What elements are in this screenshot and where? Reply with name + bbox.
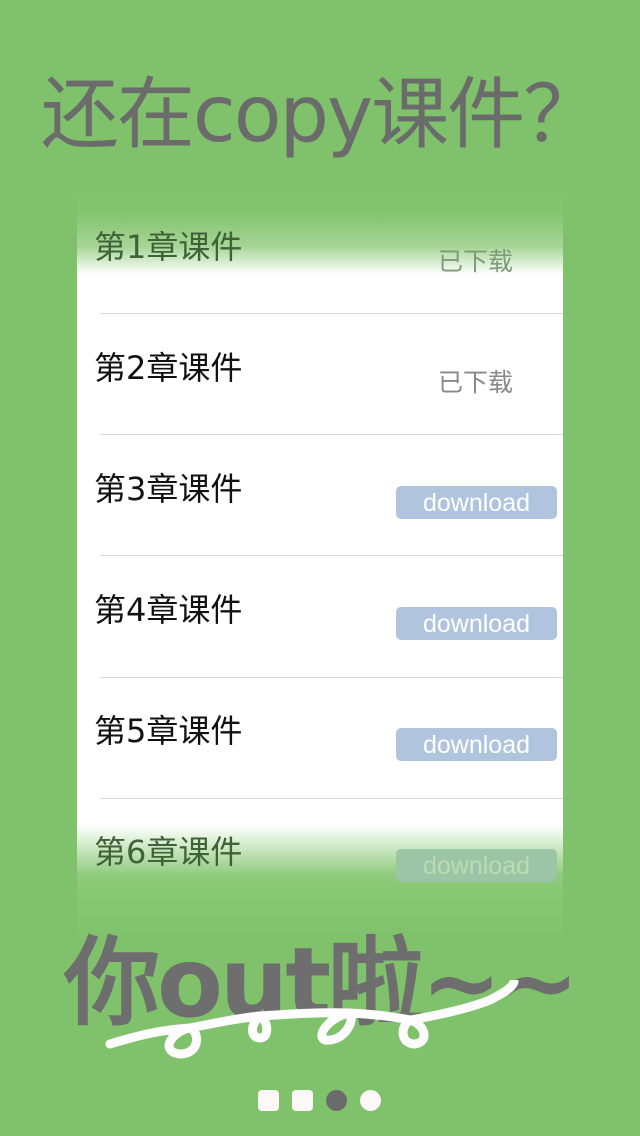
course-name: 第6章课件 [94,833,243,871]
page-dot[interactable] [292,1090,313,1111]
course-name: 第2章课件 [94,349,243,387]
page-indicator[interactable] [258,1090,381,1111]
download-button[interactable]: download [396,607,557,640]
list-item[interactable]: 第4章课件 download [77,547,563,668]
download-button[interactable]: download [396,849,557,882]
headline: 还在copy课件？ [40,70,601,160]
course-name: 第4章课件 [94,591,243,629]
page-dot-active[interactable] [326,1090,347,1111]
page-dot[interactable] [258,1090,279,1111]
list-item[interactable]: 第2章课件 已下载 [77,305,563,426]
download-button[interactable]: download [396,728,557,761]
course-name: 第5章课件 [94,712,243,750]
downloaded-label: 已下载 [438,247,514,276]
download-button[interactable]: download [396,486,557,519]
downloaded-label: 已下载 [438,368,514,397]
course-name: 第3章课件 [94,470,243,508]
list-item[interactable]: 第5章课件 download [77,668,563,789]
list-item[interactable]: 第3章课件 download [77,426,563,547]
page-dot[interactable] [360,1090,381,1111]
course-list: 第1章课件 已下载 第2章课件 已下载 第3章课件 download 第4章课件… [77,180,563,940]
squiggle-decoration [105,980,519,1059]
list-item[interactable]: 第6章课件 download [77,789,563,910]
list-item[interactable]: 第1章课件 已下载 [77,184,563,305]
course-name: 第1章课件 [94,228,243,266]
